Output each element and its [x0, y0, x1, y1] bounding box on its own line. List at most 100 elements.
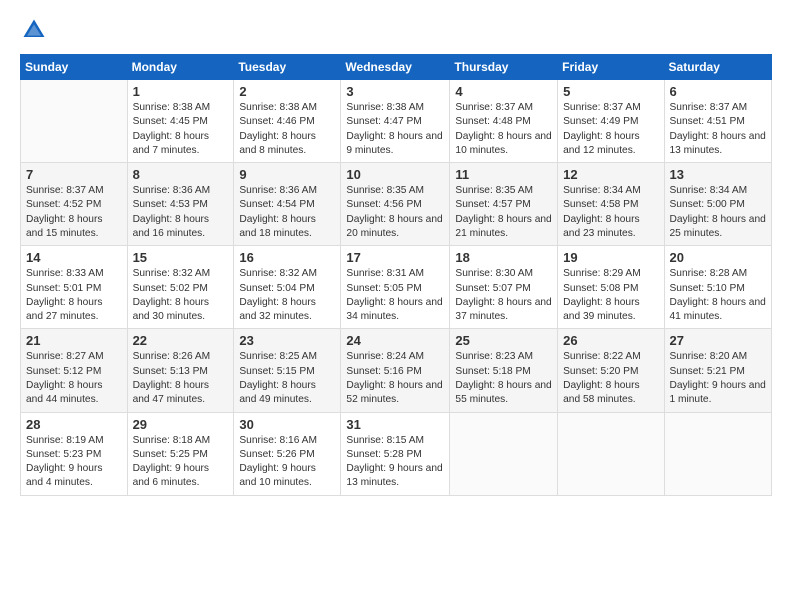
calendar-week-4: 28 Sunrise: 8:19 AMSunset: 5:23 PMDayligh… [21, 412, 772, 495]
header-sunday: Sunday [21, 55, 128, 80]
daylight-text: Daylight: 8 hours and 20 minutes. [346, 214, 442, 239]
daylight-text: Daylight: 8 hours and 52 minutes. [346, 380, 442, 405]
daylight-text: Daylight: 8 hours and 18 minutes. [239, 214, 315, 239]
day-number: 23 [239, 333, 335, 348]
calendar-week-3: 21Sunrise: 8:27 AMSunset: 5:12 PMDayligh… [21, 329, 772, 412]
sunset-text: Sunset: 5:12 PM [26, 366, 101, 377]
sunset-text: Sunset: 5:16 PM [346, 366, 421, 377]
header-thursday: Thursday [450, 55, 558, 80]
day-number: 30 [239, 417, 335, 432]
day-info: Sunrise: 8:19 AMSunset: 5:23 PMDaylight:… [26, 434, 122, 491]
day-info: Sunrise: 8:36 AMSunset: 4:53 PMDaylight:… [133, 184, 229, 241]
day-number: 10 [346, 167, 444, 182]
day-info: Sunrise: 8:32 AMSunset: 5:04 PMDaylight:… [239, 267, 335, 324]
day-info: Sunrise: 8:16 AM Sunset: 5:26 PM Daylight:… [239, 434, 335, 491]
calendar-cell: 31Sunrise: 8:15 AMSunset: 5:28 PMDayligh… [341, 412, 450, 495]
calendar-cell: 13Sunrise: 8:34 AMSunset: 5:00 PMDayligh… [664, 163, 771, 246]
calendar-week-1: 7Sunrise: 8:37 AMSunset: 4:52 PMDaylight… [21, 163, 772, 246]
logo [20, 16, 52, 44]
calendar-cell: 5Sunrise: 8:37 AMSunset: 4:49 PMDaylight… [558, 80, 664, 163]
sunset-text: Sunset: 5:21 PM [670, 366, 745, 377]
sunrise-text: Sunrise: 8:35 AM [346, 185, 424, 196]
daylight-text: Daylight: 8 hours and 55 minutes. [455, 380, 551, 405]
day-number: 3 [346, 84, 444, 99]
calendar-header: Sunday Monday Tuesday Wednesday Thursday… [21, 55, 772, 80]
daylight-text: Daylight: 8 hours and 47 minutes. [133, 380, 209, 405]
sunset-text: Sunset: 5:10 PM [670, 283, 745, 294]
calendar-cell [21, 80, 128, 163]
sunrise-text: Sunrise: 8:18 AM [133, 435, 211, 446]
daylight-text: Daylight: 8 hours and 27 minutes. [26, 297, 102, 322]
sunset-text: Sunset: 5:28 PM [346, 449, 421, 460]
calendar-cell: 24Sunrise: 8:24 AMSunset: 5:16 PMDayligh… [341, 329, 450, 412]
calendar-cell: 7Sunrise: 8:37 AMSunset: 4:52 PMDaylight… [21, 163, 128, 246]
sunrise-text: Sunrise: 8:16 AM [239, 435, 317, 446]
day-number: 22 [133, 333, 229, 348]
day-info: Sunrise: 8:24 AM Sunset: 5:16 PM Daylight:… [346, 350, 444, 407]
calendar-cell: 11Sunrise: 8:35 AMSunset: 4:57 PMDayligh… [450, 163, 558, 246]
daylight-text: Daylight: 9 hours and 13 minutes. [346, 463, 442, 488]
sunset-text: Sunset: 5:01 PM [26, 283, 101, 294]
day-info: Sunrise: 8:38 AMSunset: 4:47 PMDaylight:… [346, 101, 444, 158]
day-number: 12 [563, 167, 658, 182]
sunset-text: Sunset: 5:20 PM [563, 366, 638, 377]
sunset-text: Sunset: 4:58 PM [563, 199, 638, 210]
sunrise-text: Sunrise: 8:36 AM [133, 185, 211, 196]
day-info: Sunrise: 8:26 AMSunset: 5:13 PMDaylight:… [133, 350, 229, 407]
daylight-text: Daylight: 9 hours and 10 minutes. [239, 463, 315, 488]
day-info: Sunrise: 8:18 AMSunset: 5:25 PMDaylight:… [133, 434, 229, 491]
day-number: 21 [26, 333, 122, 348]
day-info: Sunrise: 8:37 AMSunset: 4:49 PMDaylight:… [563, 101, 658, 158]
header-friday: Friday [558, 55, 664, 80]
daylight-text: Daylight: 8 hours and 25 minutes. [670, 214, 766, 239]
calendar-body: 1Sunrise: 8:38 AMSunset: 4:45 PMDaylight… [21, 80, 772, 496]
day-number: 15 [133, 250, 229, 265]
sunset-text: Sunset: 4:56 PM [346, 199, 421, 210]
calendar-cell: 3 Sunrise: 8:38 AMSunset: 4:47 PMDaylight… [341, 80, 450, 163]
sunrise-text: Sunrise: 8:35 AM [455, 185, 533, 196]
day-info: Sunrise: 8:38 AMSunset: 4:45 PMDaylight:… [133, 101, 229, 158]
sunset-text: Sunset: 5:07 PM [455, 283, 530, 294]
day-info: Sunrise: 8:32 AMSunset: 5:02 PMDaylight:… [133, 267, 229, 324]
daylight-text: Daylight: 8 hours and 13 minutes. [670, 131, 766, 156]
sunrise-text: Sunrise: 8:32 AM [133, 268, 211, 279]
calendar-cell: 16Sunrise: 8:32 AMSunset: 5:04 PMDayligh… [234, 246, 341, 329]
day-number: 6 [670, 84, 766, 99]
sunset-text: Sunset: 4:52 PM [26, 199, 101, 210]
sunrise-text: Sunrise: 8:20 AM [670, 351, 748, 362]
sunrise-text: Sunrise: 8:38 AM [133, 102, 211, 113]
sunset-text: Sunset: 4:47 PM [346, 116, 421, 127]
day-info: Sunrise: 8:37 AMSunset: 4:48 PMDaylight:… [455, 101, 552, 158]
sunrise-text: Sunrise: 8:28 AM [670, 268, 748, 279]
day-number: 28 [26, 417, 122, 432]
header [20, 16, 772, 44]
sunrise-text: Sunrise: 8:34 AM [563, 185, 641, 196]
sunrise-text: Sunrise: 8:23 AM [455, 351, 533, 362]
day-number: 25 [455, 333, 552, 348]
sunset-text: Sunset: 4:48 PM [455, 116, 530, 127]
calendar-week-0: 1Sunrise: 8:38 AMSunset: 4:45 PMDaylight… [21, 80, 772, 163]
day-number: 18 [455, 250, 552, 265]
sunset-text: Sunset: 5:04 PM [239, 283, 314, 294]
day-info: Sunrise: 8:25 AMSunset: 5:15 PMDaylight:… [239, 350, 335, 407]
day-info: Sunrise: 8:37 AMSunset: 4:51 PMDaylight:… [670, 101, 766, 158]
day-info: Sunrise: 8:37 AMSunset: 4:52 PMDaylight:… [26, 184, 122, 241]
daylight-text: Daylight: 8 hours and 30 minutes. [133, 297, 209, 322]
sunset-text: Sunset: 4:53 PM [133, 199, 208, 210]
sunrise-text: Sunrise: 8:37 AM [670, 102, 748, 113]
daylight-text: Daylight: 8 hours and 37 minutes. [455, 297, 551, 322]
header-wednesday: Wednesday [341, 55, 450, 80]
daylight-text: Daylight: 8 hours and 44 minutes. [26, 380, 102, 405]
sunset-text: Sunset: 5:18 PM [455, 366, 530, 377]
daylight-text: Daylight: 8 hours and 41 minutes. [670, 297, 766, 322]
daylight-text: Daylight: 8 hours and 21 minutes. [455, 214, 551, 239]
sunrise-text: Sunrise: 8:24 AM [346, 351, 424, 362]
sunset-text: Sunset: 5:26 PM [239, 449, 314, 460]
sunrise-text: Sunrise: 8:22 AM [563, 351, 641, 362]
sunset-text: Sunset: 4:49 PM [563, 116, 638, 127]
daylight-text: Daylight: 8 hours and 39 minutes. [563, 297, 639, 322]
calendar-cell: 12Sunrise: 8:34 AMSunset: 4:58 PMDayligh… [558, 163, 664, 246]
sunset-text: Sunset: 5:15 PM [239, 366, 314, 377]
sunrise-text: Sunrise: 8:30 AM [455, 268, 533, 279]
sunrise-text: Sunrise: 8:37 AM [563, 102, 641, 113]
